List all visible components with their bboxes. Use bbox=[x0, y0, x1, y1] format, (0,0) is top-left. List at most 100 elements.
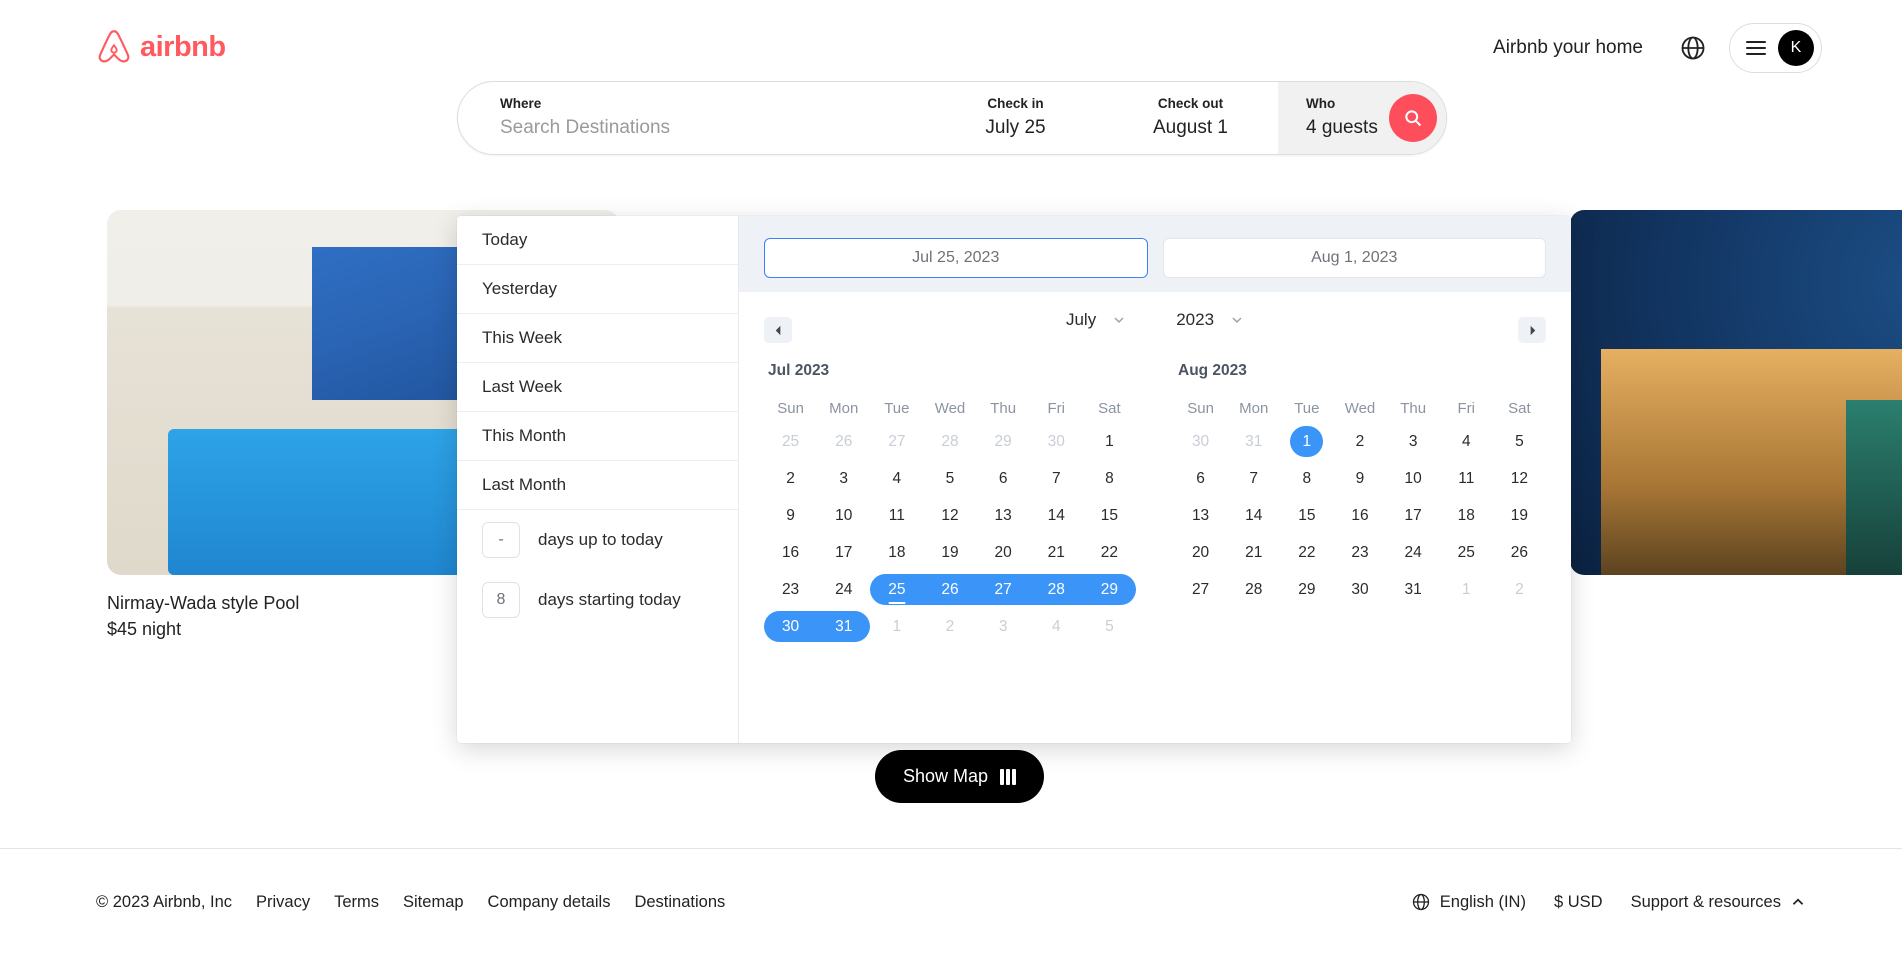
calendar-day[interactable]: 24 bbox=[817, 574, 870, 605]
preset-last-month[interactable]: Last Month bbox=[457, 461, 738, 510]
calendar-day[interactable]: 19 bbox=[923, 537, 976, 568]
calendar-day[interactable]: 13 bbox=[1174, 500, 1227, 531]
search-where-input[interactable]: Search Destinations bbox=[500, 114, 904, 142]
calendar-day[interactable]: 4 bbox=[870, 463, 923, 494]
calendar-day[interactable]: 16 bbox=[1333, 500, 1386, 531]
calendar-day[interactable]: 2 bbox=[1333, 426, 1386, 457]
calendar-day[interactable]: 16 bbox=[764, 537, 817, 568]
preset-last-week[interactable]: Last Week bbox=[457, 363, 738, 412]
calendar-day[interactable]: 27 bbox=[977, 574, 1030, 605]
calendar-day[interactable]: 12 bbox=[1493, 463, 1546, 494]
calendar-day[interactable]: 25 bbox=[1440, 537, 1493, 568]
days-starting-today-input[interactable] bbox=[482, 582, 520, 618]
listing-photo[interactable] bbox=[1570, 210, 1902, 575]
calendar-day[interactable]: 30 bbox=[764, 611, 817, 642]
calendar-day[interactable]: 10 bbox=[817, 500, 870, 531]
calendar-day[interactable]: 21 bbox=[1227, 537, 1280, 568]
preset-today[interactable]: Today bbox=[457, 216, 738, 265]
calendar-day[interactable]: 29 bbox=[1280, 574, 1333, 605]
preset-this-week[interactable]: This Week bbox=[457, 314, 738, 363]
calendar-day[interactable]: 23 bbox=[764, 574, 817, 605]
calendar-day[interactable]: 26 bbox=[923, 574, 976, 605]
calendar-day[interactable]: 1 bbox=[1083, 426, 1136, 457]
calendar-day[interactable]: 20 bbox=[977, 537, 1030, 568]
show-map-button[interactable]: Show Map bbox=[875, 750, 1045, 803]
calendar-day[interactable]: 31 bbox=[1387, 574, 1440, 605]
calendar-day[interactable]: 30 bbox=[1333, 574, 1386, 605]
range-start-input[interactable]: Jul 25, 2023 bbox=[764, 238, 1148, 278]
calendar-day[interactable]: 19 bbox=[1493, 500, 1546, 531]
calendar-day[interactable]: 31 bbox=[817, 611, 870, 642]
globe-icon[interactable] bbox=[1679, 34, 1707, 62]
calendar-day[interactable]: 9 bbox=[764, 500, 817, 531]
calendar-day[interactable]: 7 bbox=[1227, 463, 1280, 494]
calendar-day[interactable]: 6 bbox=[977, 463, 1030, 494]
calendar-day[interactable]: 17 bbox=[817, 537, 870, 568]
search-button[interactable] bbox=[1389, 94, 1437, 142]
calendar-day[interactable]: 24 bbox=[1387, 537, 1440, 568]
previous-month-button[interactable] bbox=[764, 317, 792, 343]
preset-yesterday[interactable]: Yesterday bbox=[457, 265, 738, 314]
calendar-day[interactable]: 9 bbox=[1333, 463, 1386, 494]
calendar-day[interactable]: 28 bbox=[1030, 574, 1083, 605]
calendar-day[interactable]: 11 bbox=[870, 500, 923, 531]
footer-link-company-details[interactable]: Company details bbox=[488, 893, 611, 912]
calendar-day[interactable]: 6 bbox=[1174, 463, 1227, 494]
calendar-day[interactable]: 1 bbox=[1280, 426, 1333, 457]
calendar-day[interactable]: 18 bbox=[1440, 500, 1493, 531]
calendar-day[interactable]: 29 bbox=[1083, 574, 1136, 605]
calendar-day[interactable]: 3 bbox=[817, 463, 870, 494]
currency-selector[interactable]: $ USD bbox=[1554, 893, 1603, 912]
calendar-day[interactable]: 8 bbox=[1280, 463, 1333, 494]
year-select[interactable]: 2023 bbox=[1176, 310, 1244, 330]
search-checkin-segment[interactable]: Check in July 25 bbox=[928, 82, 1103, 154]
calendar-day[interactable]: 10 bbox=[1387, 463, 1440, 494]
search-who-value: 4 guests bbox=[1306, 117, 1378, 139]
calendar-day[interactable]: 14 bbox=[1227, 500, 1280, 531]
search-where-segment[interactable]: Where Search Destinations bbox=[458, 82, 928, 154]
footer-link-terms[interactable]: Terms bbox=[334, 893, 379, 912]
listing-card[interactable] bbox=[1570, 210, 1902, 575]
airbnb-your-home-link[interactable]: Airbnb your home bbox=[1479, 27, 1657, 69]
calendar-day[interactable]: 15 bbox=[1280, 500, 1333, 531]
next-month-button[interactable] bbox=[1518, 317, 1546, 343]
calendar-day[interactable]: 17 bbox=[1387, 500, 1440, 531]
days-up-to-today-input[interactable] bbox=[482, 522, 520, 558]
user-menu-button[interactable]: K bbox=[1729, 23, 1822, 73]
calendar-day[interactable]: 3 bbox=[1387, 426, 1440, 457]
footer-link-privacy[interactable]: Privacy bbox=[256, 893, 310, 912]
search-who-segment[interactable]: Who 4 guests bbox=[1278, 82, 1446, 154]
calendar-day[interactable]: 15 bbox=[1083, 500, 1136, 531]
calendar-day[interactable]: 25 bbox=[870, 574, 923, 605]
support-resources-menu[interactable]: Support & resources bbox=[1631, 893, 1806, 912]
calendar-day[interactable]: 23 bbox=[1333, 537, 1386, 568]
calendar-day[interactable]: 5 bbox=[923, 463, 976, 494]
language-selector[interactable]: English (IN) bbox=[1411, 892, 1526, 912]
calendar-month-title: Jul 2023 bbox=[768, 362, 830, 379]
calendar-day[interactable]: 18 bbox=[870, 537, 923, 568]
calendar-day[interactable]: 20 bbox=[1174, 537, 1227, 568]
preset-this-month[interactable]: This Month bbox=[457, 412, 738, 461]
search-checkout-segment[interactable]: Check out August 1 bbox=[1103, 82, 1278, 154]
footer-link-destinations[interactable]: Destinations bbox=[634, 893, 725, 912]
calendar-day[interactable]: 5 bbox=[1493, 426, 1546, 457]
calendar-week-row: 9 10 11 12 13 14 15 bbox=[764, 497, 1136, 534]
calendar-day[interactable]: 13 bbox=[977, 500, 1030, 531]
month-select[interactable]: July bbox=[1066, 310, 1126, 330]
calendar-day[interactable]: 28 bbox=[1227, 574, 1280, 605]
calendar-day[interactable]: 7 bbox=[1030, 463, 1083, 494]
calendar-day[interactable]: 27 bbox=[1174, 574, 1227, 605]
calendar-day[interactable]: 14 bbox=[1030, 500, 1083, 531]
calendar-day[interactable]: 22 bbox=[1280, 537, 1333, 568]
calendar-day[interactable]: 4 bbox=[1440, 426, 1493, 457]
calendar-day[interactable]: 12 bbox=[923, 500, 976, 531]
airbnb-logo[interactable]: airbnb bbox=[96, 28, 226, 66]
calendar-day[interactable]: 26 bbox=[1493, 537, 1546, 568]
calendar-day[interactable]: 8 bbox=[1083, 463, 1136, 494]
range-end-input[interactable]: Aug 1, 2023 bbox=[1162, 238, 1546, 278]
calendar-day[interactable]: 21 bbox=[1030, 537, 1083, 568]
calendar-day[interactable]: 22 bbox=[1083, 537, 1136, 568]
footer-link-sitemap[interactable]: Sitemap bbox=[403, 893, 464, 912]
calendar-day[interactable]: 11 bbox=[1440, 463, 1493, 494]
calendar-day[interactable]: 2 bbox=[764, 463, 817, 494]
